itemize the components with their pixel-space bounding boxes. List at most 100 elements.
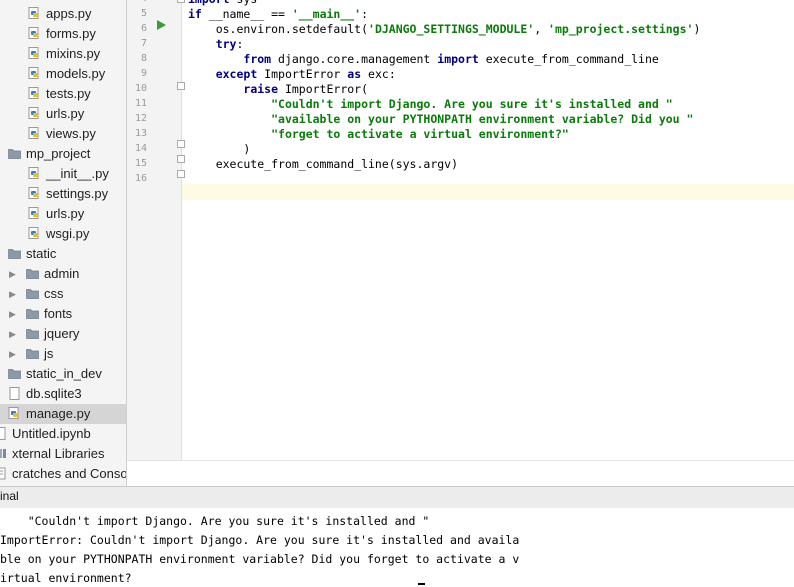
tree-item-label: xternal Libraries — [12, 446, 105, 461]
tree-item-xternal-libraries[interactable]: xternal Libraries — [0, 444, 105, 464]
tree-item-label: views.py — [46, 126, 96, 141]
terminal-output-line: ble on your PYTHONPATH environment varia… — [0, 552, 520, 566]
line-number: 11 — [134, 98, 147, 109]
run-gutter-icon[interactable] — [157, 20, 166, 30]
code-editor[interactable]: 4 5 6 7 8 9 10 11 12 13 14 15 16 import sysif __name… — [127, 0, 794, 486]
folder-icon — [8, 369, 21, 379]
tree-item-label: apps.py — [46, 6, 92, 21]
tree-item-label: css — [44, 286, 64, 301]
editor-gutter: 4 5 6 7 8 9 10 11 12 13 14 15 16 — [127, 0, 181, 460]
tree-item-label: tests.py — [46, 86, 91, 101]
tree-item-label: js — [44, 346, 54, 361]
line-number: 15 — [134, 158, 147, 169]
tree-item-cratches-and-console[interactable]: cratches and Console — [0, 464, 126, 484]
expand-arrow-icon[interactable]: ▶ — [9, 309, 16, 320]
expand-arrow-icon[interactable]: ▶ — [9, 349, 16, 360]
tree-item-forms-py[interactable]: forms.py — [28, 24, 96, 44]
tree-item-db-sqlite3[interactable]: db.sqlite3 — [8, 384, 82, 404]
line-number: 14 — [134, 143, 147, 154]
code-line[interactable]: os.environ.setdefault('DJANGO_SETTINGS_M… — [188, 22, 701, 36]
tree-item-static-in-dev[interactable]: static_in_dev — [8, 364, 102, 384]
terminal-tab-label[interactable]: inal — [0, 489, 19, 503]
tree-item-tests-py[interactable]: tests.py — [28, 84, 91, 104]
tree-item-jquery[interactable]: jquery — [26, 324, 79, 344]
terminal-panel[interactable]: "Couldn't import Django. Are you sure it… — [0, 508, 794, 587]
expand-arrow-icon[interactable]: ▶ — [9, 269, 16, 280]
tree-item-label: jquery — [44, 326, 80, 341]
fold-marker-icon[interactable] — [177, 82, 185, 90]
tree-item-css[interactable]: css — [26, 284, 64, 304]
tree-item-label: __init__.py — [46, 166, 109, 181]
tree-item-untitled-ipynb[interactable]: Untitled.ipynb — [0, 424, 91, 444]
fold-marker-icon[interactable] — [177, 170, 185, 178]
file-icon — [0, 427, 6, 441]
python-file-icon — [8, 407, 19, 420]
code-line[interactable]: ) — [188, 142, 250, 156]
tree-item-label: static — [26, 246, 57, 261]
code-line[interactable]: except ImportError as exc: — [188, 67, 396, 81]
fold-marker-icon[interactable] — [177, 155, 185, 163]
tree-item-init-py[interactable]: __init__.py — [28, 164, 109, 184]
code-line[interactable]: try: — [188, 37, 244, 51]
tree-item-fonts[interactable]: fonts — [26, 304, 72, 324]
python-file-icon — [28, 127, 39, 140]
tree-item-models-py[interactable]: models.py — [28, 64, 105, 84]
tree-item-urls-py[interactable]: urls.py — [28, 204, 84, 224]
code-line[interactable]: "Couldn't import Django. Are you sure it… — [188, 97, 673, 111]
python-file-icon — [28, 107, 39, 120]
terminal-output-line: irtual environment? — [0, 571, 132, 585]
line-number: 10 — [134, 83, 147, 94]
tree-item-views-py[interactable]: views.py — [28, 124, 96, 144]
tree-item-label: wsgi.py — [46, 226, 90, 241]
tree-item-label: admin — [44, 266, 80, 281]
tree-item-mp-project[interactable]: mp_project — [8, 144, 90, 164]
current-line-highlight — [182, 184, 794, 200]
code-line[interactable]: if __name__ == '__main__': — [188, 7, 368, 21]
fold-marker-icon[interactable] — [177, 140, 185, 148]
tree-item-mixins-py[interactable]: mixins.py — [28, 44, 100, 64]
tree-item-wsgi-py[interactable]: wsgi.py — [28, 224, 89, 244]
tree-item-urls-py[interactable]: urls.py — [28, 104, 84, 124]
python-file-icon — [28, 7, 39, 20]
expand-arrow-icon[interactable]: ▶ — [9, 289, 16, 300]
expand-arrow-icon[interactable]: ▶ — [9, 329, 16, 340]
python-file-icon — [28, 27, 39, 40]
terminal-tab-header[interactable]: inal — [0, 486, 794, 509]
tree-item-static[interactable]: static — [8, 244, 56, 264]
tree-item-js[interactable]: js — [26, 344, 53, 364]
line-number: 7 — [140, 38, 147, 49]
folder-icon — [26, 329, 39, 339]
folder-icon — [26, 269, 39, 279]
code-line[interactable]: "available on your PYTHONPATH environmen… — [188, 112, 693, 126]
fold-marker-icon[interactable] — [177, 0, 185, 3]
tree-item-label: urls.py — [46, 206, 85, 221]
terminal-output-line: ImportError: Couldn't import Django. Are… — [0, 533, 520, 547]
file-icon — [9, 387, 20, 401]
code-line[interactable]: from django.core.management import execu… — [188, 52, 658, 66]
tree-item-label: manage.py — [26, 406, 91, 421]
folder-icon — [26, 309, 39, 319]
tree-item-settings-py[interactable]: settings.py — [28, 184, 108, 204]
folder-icon — [26, 349, 39, 359]
line-number: 6 — [140, 23, 147, 34]
line-number: 9 — [140, 68, 147, 79]
python-file-icon — [28, 47, 39, 60]
library-icon — [0, 449, 6, 459]
code-line[interactable]: execute_from_command_line(sys.argv) — [188, 157, 458, 171]
code-line[interactable]: import sys — [188, 0, 257, 6]
code-line[interactable]: "forget to activate a virtual environmen… — [188, 127, 569, 141]
tree-item-label: db.sqlite3 — [26, 386, 82, 401]
terminal-cursor — [418, 583, 425, 585]
tree-item-label: fonts — [44, 306, 73, 321]
line-number: 12 — [134, 113, 147, 124]
tree-item-admin[interactable]: admin — [26, 264, 79, 284]
python-file-icon — [28, 207, 39, 220]
gutter-divider — [181, 0, 182, 460]
line-number: 5 — [140, 8, 147, 19]
code-line[interactable]: raise ImportError( — [188, 82, 368, 96]
tree-item-manage-py[interactable]: manage.py — [0, 404, 126, 424]
editor-bottom-area — [127, 460, 794, 487]
line-number: 16 — [134, 173, 147, 184]
tree-item-apps-py[interactable]: apps.py — [28, 4, 92, 24]
project-tree: apps.py forms.py mixins.py models.py tests.p… — [0, 0, 127, 486]
